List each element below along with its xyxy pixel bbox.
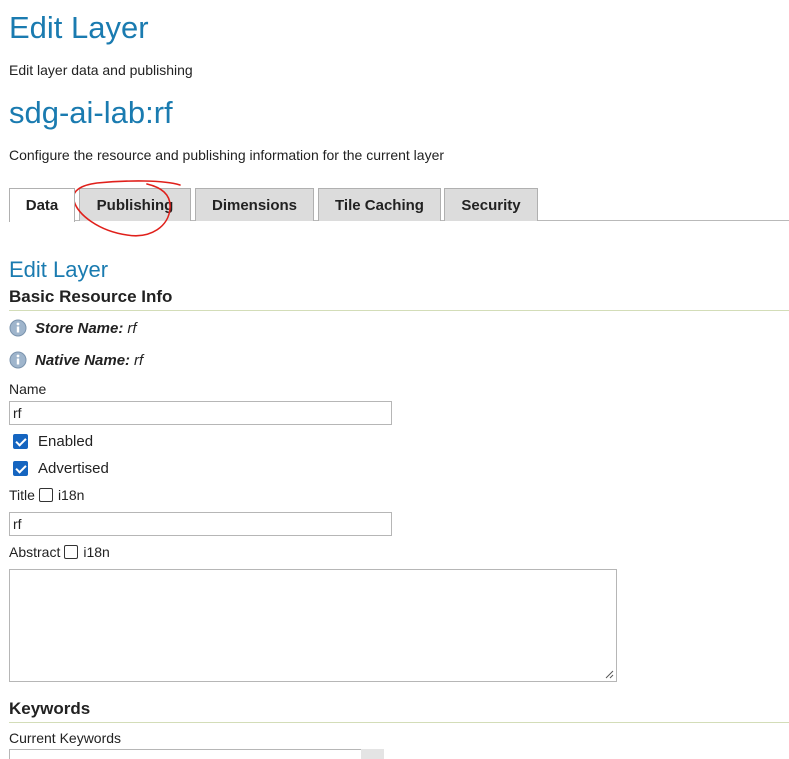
current-keywords-label: Current Keywords [9,730,122,746]
name-input[interactable] [9,401,392,425]
abstract-textarea[interactable] [9,569,617,682]
keywords-heading: Keywords [9,699,789,723]
native-name-value: rf [134,351,144,369]
abstract-i18n-label: i18n [83,544,110,560]
tab-data[interactable]: Data [9,188,75,222]
title-label-row: Title i18n [9,487,84,503]
info-icon [9,351,27,369]
basic-resource-info-heading: Basic Resource Info [9,287,789,311]
enabled-row: Enabled [13,433,93,450]
abstract-label-row: Abstract i18n [9,544,110,560]
keywords-scroll-button[interactable] [361,749,384,759]
page-title: Edit Layer [9,10,149,45]
native-name-row: Native Name: rf [9,350,143,370]
store-name-label: Store Name: [35,319,124,337]
advertised-checkbox[interactable] [13,461,28,476]
tab-publishing[interactable]: Publishing [79,188,191,221]
store-name-row: Store Name: rf [9,318,137,338]
enabled-checkbox[interactable] [13,434,28,449]
abstract-label: Abstract [9,544,61,560]
title-i18n-checkbox[interactable] [38,488,53,502]
current-keywords-list[interactable] [9,749,384,759]
section-title: Edit Layer [9,257,109,282]
advertised-row: Advertised [13,460,109,477]
title-label: Title [9,487,35,503]
abstract-i18n-checkbox[interactable] [64,545,79,559]
resize-handle-icon[interactable] [604,669,614,679]
tab-dimensions[interactable]: Dimensions [195,188,314,221]
title-input[interactable] [9,512,392,536]
tab-security[interactable]: Security [444,188,538,221]
name-label: Name [9,381,47,397]
layer-name-heading: sdg-ai-lab:rf [9,95,173,130]
info-icon [9,319,27,337]
store-name-value: rf [127,319,137,337]
advertised-label: Advertised [38,460,109,477]
page-subtitle: Edit layer data and publishing [9,62,193,78]
tab-bar: Data Publishing Dimensions Tile Caching … [9,188,789,222]
enabled-label: Enabled [38,433,94,450]
page-description: Configure the resource and publishing in… [9,147,445,163]
title-i18n-label: i18n [57,487,85,503]
tab-tile-caching[interactable]: Tile Caching [318,188,441,221]
native-name-label: Native Name: [35,351,131,369]
